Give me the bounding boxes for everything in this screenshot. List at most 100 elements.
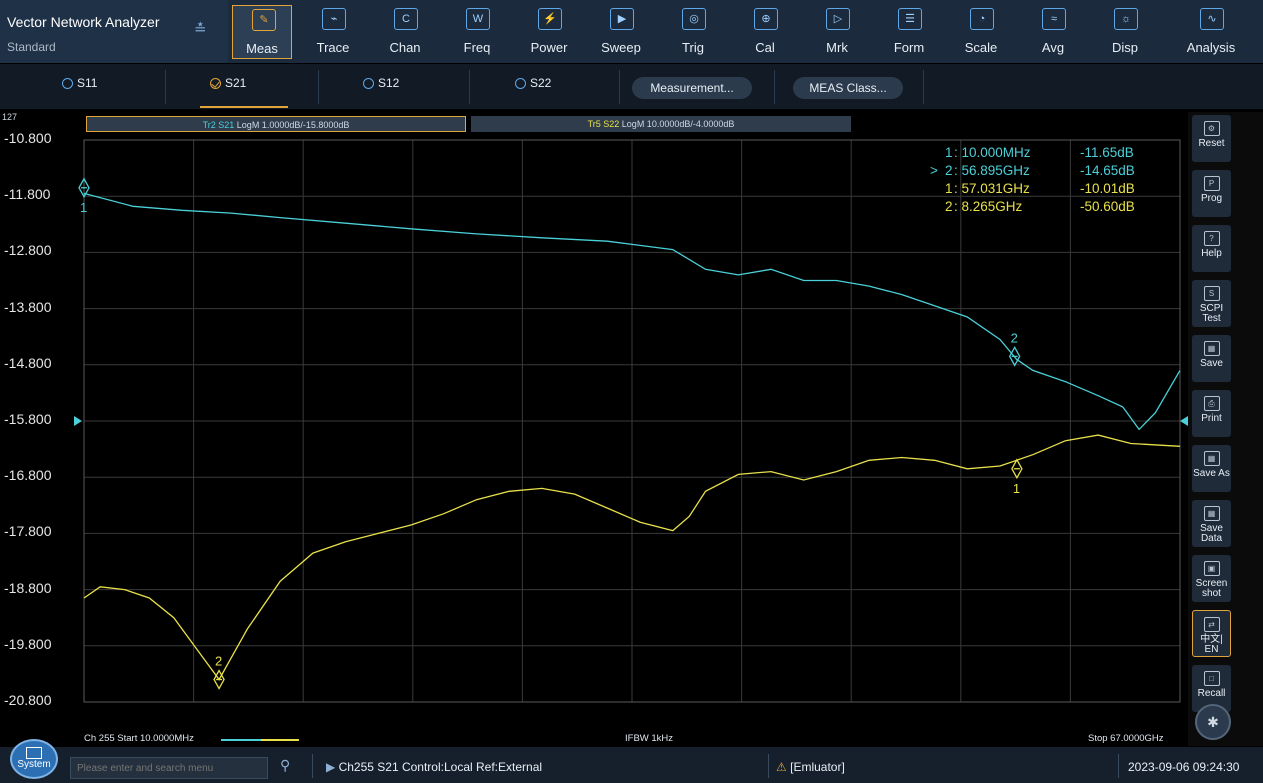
trace-header-tr5[interactable]: Tr5 S22 LogM 10.0000dB/-4.0000dB	[471, 116, 851, 132]
chan-icon: C	[394, 8, 418, 30]
sparam-tab-s22[interactable]: S22	[515, 76, 551, 90]
trace-name-tr2: Tr2 S21	[202, 120, 235, 130]
save-as-icon: ▦	[1203, 451, 1220, 466]
scpi-icon: S	[1203, 286, 1220, 301]
measurement-button[interactable]: Measurement...	[632, 77, 752, 99]
toolbar-button-power[interactable]: ⚡ Power	[519, 5, 579, 59]
system-icon	[26, 747, 42, 759]
marker-number: 2	[945, 163, 953, 178]
tab-divider	[923, 70, 924, 104]
tab-divider	[774, 70, 775, 104]
marker-table: 1: 10.000MHz -11.65dB >2: 56.895GHz -14.65d…	[930, 144, 1160, 216]
right-button-save-as[interactable]: ▦ Save As	[1192, 445, 1231, 492]
app-title: Vector Network Analyzer	[7, 14, 160, 30]
search-icon[interactable]: ⚲	[280, 757, 296, 773]
y-tick-label: -17.800	[4, 523, 52, 540]
toolbar-button-trace[interactable]: ⌁ Trace	[303, 5, 363, 59]
help-icon: ?	[1203, 231, 1220, 246]
sweep-status-icon: ▶	[326, 760, 336, 774]
emulator-status[interactable]: ⚠ [Emluator]	[776, 760, 845, 774]
tab-divider	[165, 70, 166, 104]
app-title-menu[interactable]: Vector Network Analyzer Standard ≛	[0, 0, 228, 63]
y-tick-label: -19.800	[4, 635, 52, 652]
toolbar-button-sweep[interactable]: ▶ Sweep	[591, 5, 651, 59]
toolbar-button-freq[interactable]: W Freq	[447, 5, 507, 59]
status-divider	[312, 754, 313, 778]
right-button-prog[interactable]: P Prog	[1192, 170, 1231, 217]
toolbar-label: Meas	[246, 41, 278, 56]
right-button-save[interactable]: ▦ Save	[1192, 335, 1231, 382]
stop-frequency: Stop 67.0000GHz	[1088, 733, 1164, 744]
trace-name-tr5: Tr5 S22	[587, 119, 620, 129]
window-number: 127	[2, 112, 18, 122]
toolbar-button-form[interactable]: ☰ Form	[879, 5, 939, 59]
scale-icon: ◔	[970, 8, 994, 30]
start-frequency: Ch 255 Start 10.0000MHz	[84, 733, 194, 744]
status-divider	[1118, 754, 1119, 778]
toolbar-label: Disp	[1111, 40, 1138, 55]
tab-divider	[318, 70, 319, 104]
toolbar-button-cal[interactable]: ⊕ Cal	[735, 5, 795, 59]
radio-icon	[62, 77, 73, 89]
trace-header-tr2[interactable]: Tr2 S21 LogM 1.0000dB/-15.8000dB	[86, 116, 466, 132]
meas-class-button[interactable]: MEAS Class...	[793, 77, 903, 99]
marker-label: 2	[215, 654, 222, 669]
check-icon	[210, 77, 221, 89]
selected-tab-underline	[200, 106, 288, 108]
toolbar-button-analysis[interactable]: ∿ Analysis	[1181, 5, 1241, 59]
right-button-label: SCPI Test	[1199, 303, 1224, 324]
channel-status[interactable]: ▶ Ch255 S21 Control:Local Ref:External	[326, 760, 542, 774]
sweep-icon: ▶	[610, 8, 634, 30]
marker-frequency: : 57.031GHz	[954, 181, 1030, 196]
marker-value: -10.01dB	[1080, 181, 1135, 196]
right-button-label: Screen shot	[1195, 578, 1228, 599]
marker-value: -50.60dB	[1080, 199, 1135, 214]
right-button-reset[interactable]: ⚙ Reset	[1192, 115, 1231, 162]
settings-fan-icon[interactable]: ✱	[1195, 704, 1231, 740]
y-tick-label: -13.800	[4, 298, 52, 315]
toolbar-button-disp[interactable]: ☼ Disp	[1095, 5, 1155, 59]
menu-search-input[interactable]	[70, 757, 268, 779]
analysis-icon: ∿	[1200, 8, 1224, 30]
avg-icon: ≈	[1042, 8, 1066, 30]
y-tick-label: -14.800	[4, 354, 52, 371]
y-tick-label: -10.800	[4, 130, 52, 146]
radio-icon	[515, 77, 526, 89]
reference-level-left-icon	[74, 416, 82, 426]
right-button-label: Recall	[1197, 688, 1226, 699]
right-button-language[interactable]: ⇄ 中文| EN	[1192, 610, 1231, 657]
radio-icon	[363, 77, 374, 89]
recall-icon: □	[1203, 671, 1220, 686]
right-button-print[interactable]: ⎙ Print	[1192, 390, 1231, 437]
toolbar-button-scale[interactable]: ◔ Scale	[951, 5, 1011, 59]
sparam-tab-s12[interactable]: S12	[363, 76, 399, 90]
right-button-label: Reset	[1198, 138, 1225, 149]
sparam-tab-s21[interactable]: S21	[210, 76, 246, 90]
system-button[interactable]: System	[10, 739, 58, 779]
toolbar-label: Sweep	[601, 40, 641, 55]
right-button-label: Prog	[1200, 193, 1223, 204]
toolbar-label: Freq	[463, 40, 491, 55]
marker-row: 1: 10.000MHz -11.65dB	[930, 144, 1160, 162]
right-button-help[interactable]: ? Help	[1192, 225, 1231, 272]
right-button-save-data[interactable]: ▦ Save Data	[1192, 500, 1231, 547]
marker-label: 2	[1011, 330, 1018, 345]
form-icon: ☰	[898, 8, 922, 30]
right-button-screenshot[interactable]: ▣ Screen shot	[1192, 555, 1231, 602]
chevron-down-icon[interactable]: ≛	[194, 20, 207, 38]
toolbar-button-avg[interactable]: ≈ Avg	[1023, 5, 1083, 59]
power-icon: ⚡	[538, 8, 562, 30]
print-icon: ⎙	[1203, 396, 1220, 411]
ifbw: IFBW 1kHz	[625, 733, 674, 744]
toolbar-button-meas[interactable]: ✎ Meas	[232, 5, 292, 59]
right-button-scpi[interactable]: S SCPI Test	[1192, 280, 1231, 327]
marker-frequency: : 8.265GHz	[954, 199, 1023, 214]
sparam-tab-s11[interactable]: S11	[62, 76, 97, 90]
sparam-label: S11	[77, 76, 98, 90]
marker-number: 1	[945, 145, 953, 160]
trace-info-tr2: LogM 1.0000dB/-15.8000dB	[236, 120, 350, 130]
toolbar-button-mrk[interactable]: ▷ Mrk	[807, 5, 867, 59]
toolbar-button-chan[interactable]: C Chan	[375, 5, 435, 59]
sparam-label: S22	[530, 76, 552, 90]
toolbar-button-trig[interactable]: ◎ Trig	[663, 5, 723, 59]
